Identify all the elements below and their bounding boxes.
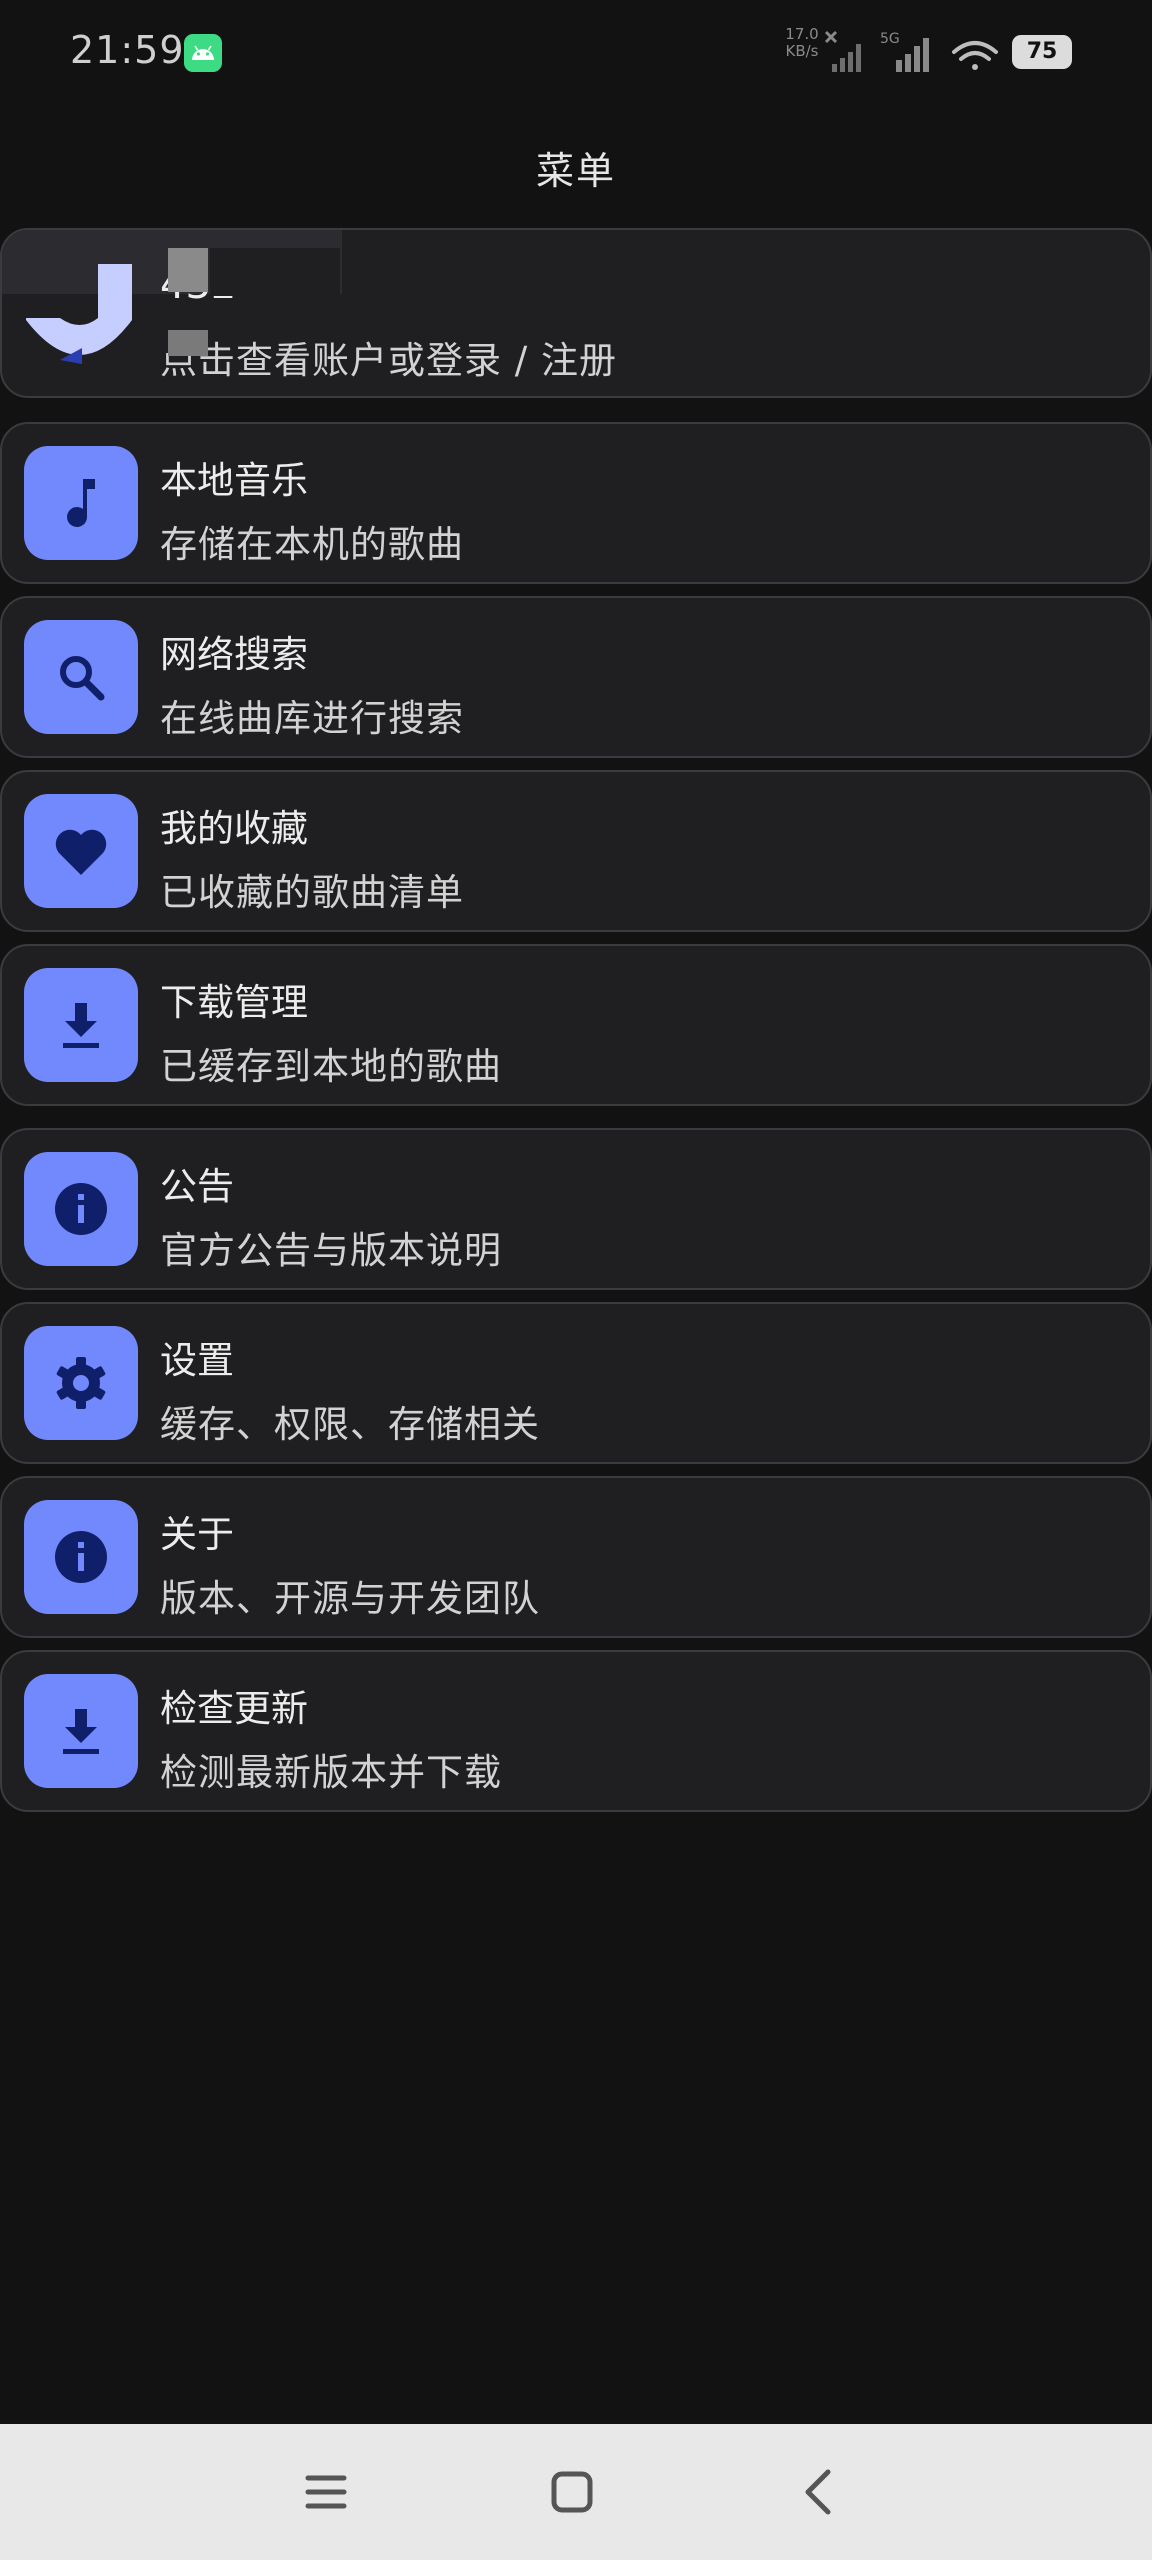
wifi-icon [952,41,998,70]
menu-item-subtitle: 已收藏的歌曲清单 [160,871,464,914]
signal-icon [832,44,861,72]
system-nav-bar [0,2424,1152,2560]
page-title: 菜单 [535,149,616,193]
menu-item-subtitle: 在线曲库进行搜索 [160,697,464,740]
heart-icon [24,794,138,908]
redaction-block [210,248,340,296]
download-icon [24,1674,138,1788]
menu-item-subtitle: 已缓存到本地的歌曲 [160,1045,502,1088]
no-signal-x-icon [824,30,838,44]
app-screen: 21:59 17.0 KB/s 5G 75 菜单 点击查看账户或登录 / 注册 … [0,0,1152,2560]
menu-item-title: 下载管理 [160,981,308,1024]
info-icon [24,1500,138,1614]
menu-icon[interactable] [298,2464,354,2520]
menu-item-title: 我的收藏 [160,807,308,850]
menu-item-subtitle: 检测最新版本并下载 [160,1751,502,1794]
search-icon [24,620,138,734]
menu-item-subtitle: 官方公告与版本说明 [160,1229,502,1272]
menu-item-subtitle: 版本、开源与开发团队 [160,1577,540,1620]
avatar [26,264,132,364]
home-icon[interactable] [544,2464,600,2520]
gear-icon [24,1326,138,1440]
account-subtitle: 点击查看账户或登录 / 注册 [160,339,617,382]
menu-item-title: 公告 [160,1165,234,1208]
battery-icon: 75 [1012,35,1072,69]
status-icons: 5G [824,30,998,72]
info-icon [24,1152,138,1266]
menu-item-subtitle: 存储在本机的歌曲 [160,523,464,566]
menu-item-announcements[interactable]: 公告 官方公告与版本说明 [0,1128,1152,1290]
menu-item-favorites[interactable]: 我的收藏 已收藏的歌曲清单 [0,770,1152,932]
menu-item-about[interactable]: 关于 版本、开源与开发团队 [0,1476,1152,1638]
menu-item-settings[interactable]: 设置 缓存、权限、存储相关 [0,1302,1152,1464]
network-type-label: 5G [880,31,900,47]
net-speed-unit: KB/s [785,42,819,60]
redaction-block [168,330,208,356]
menu-item-title: 检查更新 [160,1687,308,1730]
menu-item-check-update[interactable]: 检查更新 检测最新版本并下载 [0,1650,1152,1812]
music-note-icon [24,446,138,560]
menu-item-local-music[interactable]: 本地音乐 存储在本机的歌曲 [0,422,1152,584]
status-time: 21:59 [70,28,185,72]
net-speed-value: 17.0 [785,25,819,43]
menu-item-title: 设置 [160,1339,234,1382]
download-icon [24,968,138,1082]
android-icon [184,34,222,72]
menu-item-title: 关于 [160,1513,234,1556]
menu-item-subtitle: 缓存、权限、存储相关 [160,1403,540,1446]
redaction-block [168,248,208,292]
back-icon[interactable] [792,2464,848,2520]
menu-item-network-search[interactable]: 网络搜索 在线曲库进行搜索 [0,596,1152,758]
net-speed: 17.0 KB/s [780,26,824,60]
status-bar: 21:59 17.0 KB/s 5G 75 [0,0,1152,110]
menu-item-title: 本地音乐 [160,459,308,502]
menu-item-title: 网络搜索 [160,633,308,676]
signal-5g-icon [896,38,929,72]
menu-item-download-manager[interactable]: 下载管理 已缓存到本地的歌曲 [0,944,1152,1106]
